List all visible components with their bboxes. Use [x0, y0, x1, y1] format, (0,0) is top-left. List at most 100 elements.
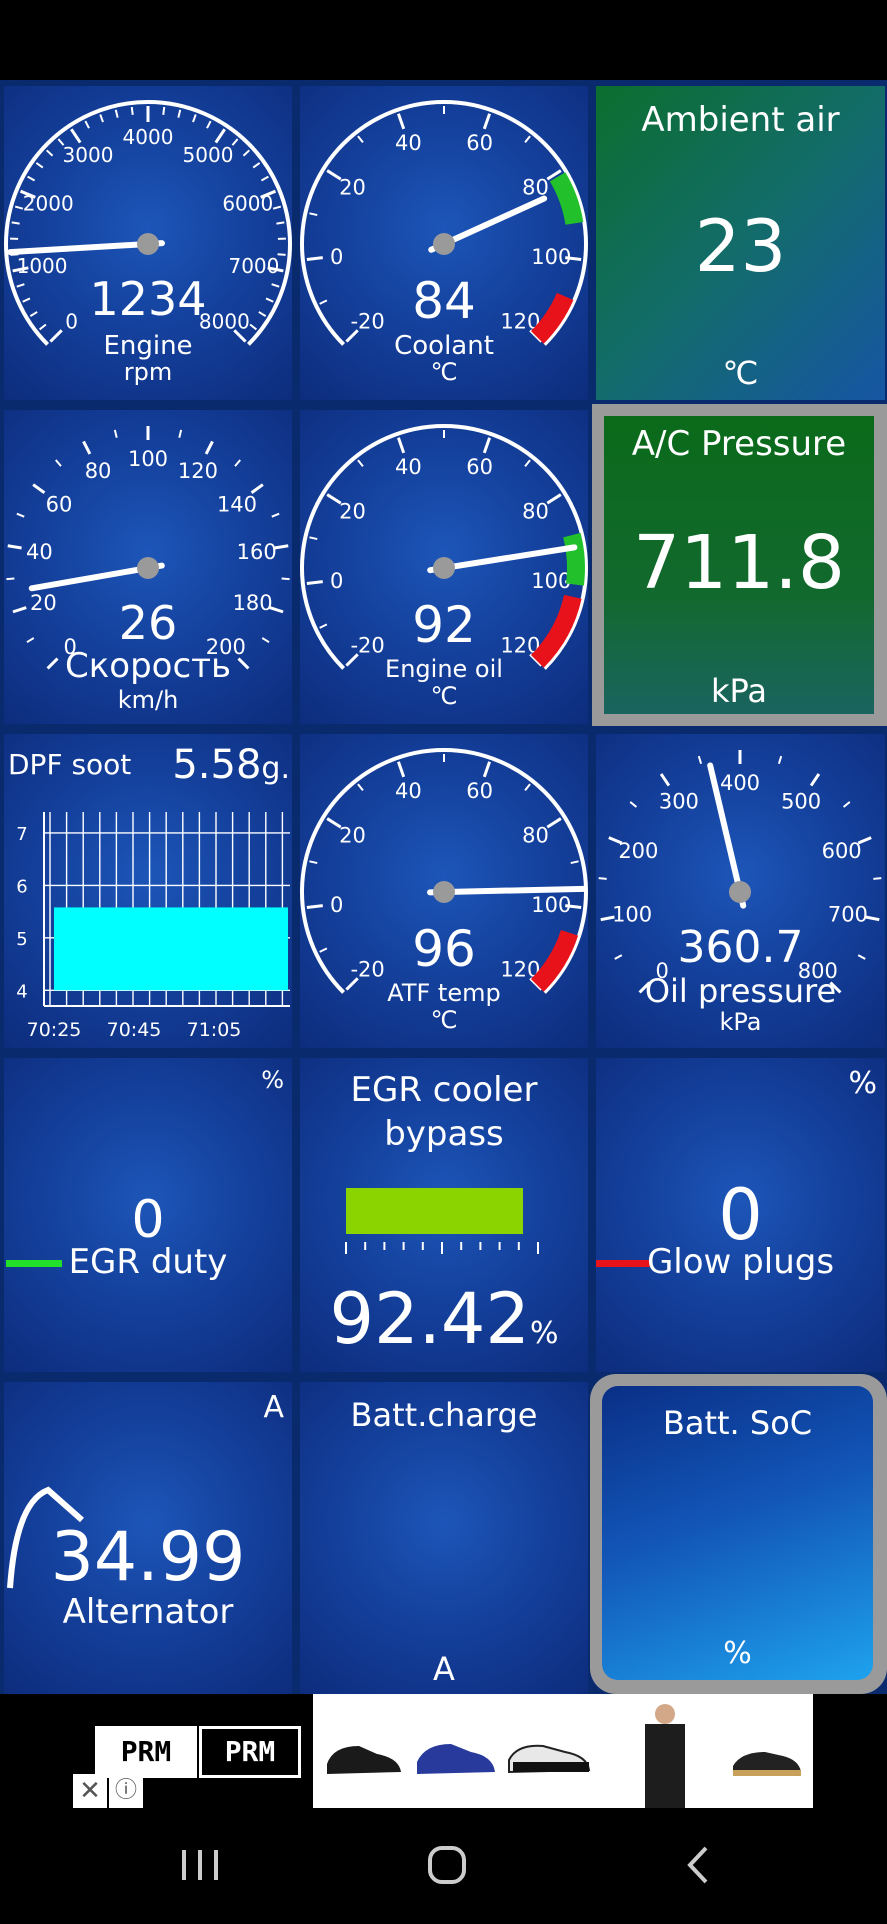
- minor-tick: [525, 136, 530, 142]
- major-tick: [307, 906, 323, 908]
- tick-label: 80: [85, 459, 112, 483]
- rpm-gauge-tile[interactable]: 010002000300040005000600070008000 1234 E…: [4, 86, 292, 400]
- tick-label: 4000: [123, 125, 174, 149]
- minor-tick: [163, 107, 164, 115]
- tick-label: 100: [128, 447, 168, 471]
- engine-oil-gauge-tile[interactable]: -20020406080100120 92 Engine oil ℃: [300, 410, 588, 724]
- minor-tick: [276, 222, 284, 223]
- minor-tick: [358, 136, 363, 142]
- atf-unit: ℃: [300, 1006, 588, 1034]
- major-tick: [811, 774, 819, 786]
- ad-logo-2: PRM: [199, 1726, 301, 1778]
- ad-info-icon[interactable]: ⓘ: [109, 1774, 143, 1808]
- tick-label: 60: [466, 131, 493, 155]
- major-tick: [216, 129, 225, 142]
- needle-hub: [137, 557, 159, 579]
- minor-tick: [12, 222, 20, 223]
- tick-label: 0: [330, 893, 343, 917]
- x-tick-label: 71:05: [187, 1019, 242, 1041]
- ac-pressure-title: A/C Pressure: [604, 424, 874, 464]
- minor-tick: [253, 163, 259, 168]
- egr-bypass-tile[interactable]: EGR cooler bypass 92.42%: [300, 1058, 588, 1372]
- ambient-air-tile[interactable]: Ambient air 23 ℃: [596, 86, 885, 400]
- minor-tick: [85, 121, 89, 128]
- major-tick: [398, 762, 403, 777]
- tick-label: 20: [339, 824, 366, 848]
- minor-tick: [56, 460, 61, 466]
- tick-label: 40: [395, 131, 422, 155]
- tick-label: 2000: [23, 192, 74, 216]
- minor-tick: [525, 460, 530, 466]
- recents-icon[interactable]: [182, 1850, 218, 1880]
- batt-charge-tile[interactable]: Batt.charge A: [300, 1382, 588, 1694]
- minor-tick: [17, 514, 24, 517]
- tick-label: 100: [531, 569, 571, 593]
- minor-tick: [6, 579, 14, 580]
- oil-pressure-unit: kPa: [596, 1008, 885, 1036]
- major-tick: [484, 114, 489, 129]
- engine-oil-label: Engine oil: [300, 655, 588, 683]
- minor-tick: [115, 430, 117, 438]
- egr-bypass-unit: %: [530, 1316, 559, 1351]
- major-tick: [307, 582, 323, 584]
- dpf-level-bar: [54, 907, 288, 990]
- dpf-soot-chart: 765470:2570:4571:05: [4, 734, 292, 1048]
- dpf-soot-tile[interactable]: DPF soot 5.58g. 765470:2570:4571:05: [4, 734, 292, 1048]
- minor-tick: [525, 784, 530, 790]
- tick-label: 60: [466, 779, 493, 803]
- ad-logo-panel: PRM PRM ✕ ⓘ: [73, 1694, 313, 1808]
- tick-label: 40: [395, 455, 422, 479]
- status-bar: [0, 0, 887, 80]
- tick-label: 20: [339, 176, 366, 200]
- minor-tick: [844, 802, 850, 807]
- major-tick: [84, 441, 90, 453]
- speed-label: Скорость: [4, 646, 292, 686]
- alternator-tile[interactable]: A 34.99 Alternator: [4, 1382, 292, 1694]
- minor-tick: [132, 107, 133, 115]
- needle-hub: [433, 557, 455, 579]
- oil-pressure-gauge-tile[interactable]: 0100200300400500600700800 360.7 Oil pres…: [596, 734, 885, 1048]
- tick-label: 200: [618, 839, 658, 863]
- atf-label: ATF temp: [300, 979, 588, 1007]
- major-tick: [398, 438, 403, 453]
- tick-label: 40: [26, 540, 53, 564]
- glow-plugs-tile[interactable]: % 0 Glow plugs: [596, 1058, 885, 1372]
- ad-close-icon[interactable]: ✕: [73, 1774, 107, 1808]
- egr-bypass-bar-track: [346, 1188, 538, 1234]
- minor-tick: [193, 115, 196, 123]
- major-tick: [71, 129, 80, 142]
- batt-soc-tile[interactable]: Batt. SoC %: [602, 1386, 873, 1680]
- rpm-unit: rpm: [4, 358, 292, 386]
- egr-bypass-value: 92.42: [330, 1278, 530, 1360]
- minor-tick: [243, 150, 249, 155]
- speed-gauge-tile[interactable]: 020406080100120140160180200 26 Скорость …: [4, 410, 292, 724]
- coolant-unit: ℃: [300, 358, 588, 386]
- minor-tick: [699, 756, 701, 764]
- minor-tick: [599, 878, 607, 879]
- coolant-gauge-tile[interactable]: -20020406080100120 84 Coolant ℃: [300, 86, 588, 400]
- egr-bypass-scale: [300, 1240, 588, 1270]
- egr-duty-label: EGR duty: [4, 1242, 292, 1282]
- minor-tick: [309, 861, 317, 863]
- major-tick: [547, 819, 561, 828]
- minor-tick: [207, 121, 211, 128]
- minor-tick: [28, 177, 35, 181]
- ad-banner[interactable]: PRM PRM ✕ ⓘ: [73, 1694, 813, 1808]
- atf-value: 96: [300, 920, 588, 978]
- home-icon[interactable]: [430, 1848, 464, 1882]
- atf-temp-gauge-tile[interactable]: -20020406080100120 96 ATF temp ℃: [300, 734, 588, 1048]
- minor-tick: [100, 115, 103, 123]
- ambient-value: 23: [596, 204, 885, 288]
- tick-label: 100: [531, 893, 571, 917]
- y-tick-label: 6: [16, 876, 27, 897]
- batt-soc-title: Batt. SoC: [602, 1404, 873, 1442]
- egr-duty-tile[interactable]: % 0 EGR duty: [4, 1058, 292, 1372]
- back-icon[interactable]: [690, 1848, 706, 1882]
- batt-soc-unit: %: [602, 1636, 873, 1671]
- batt-soc-frame: Batt. SoC %: [590, 1374, 887, 1694]
- engine-oil-unit: ℃: [300, 682, 588, 710]
- ac-pressure-unit: kPa: [604, 672, 874, 710]
- oil-pressure-label: Oil pressure: [596, 972, 885, 1010]
- ac-pressure-tile[interactable]: A/C Pressure 711.8 kPa: [604, 416, 874, 714]
- tick-label: 0: [330, 245, 343, 269]
